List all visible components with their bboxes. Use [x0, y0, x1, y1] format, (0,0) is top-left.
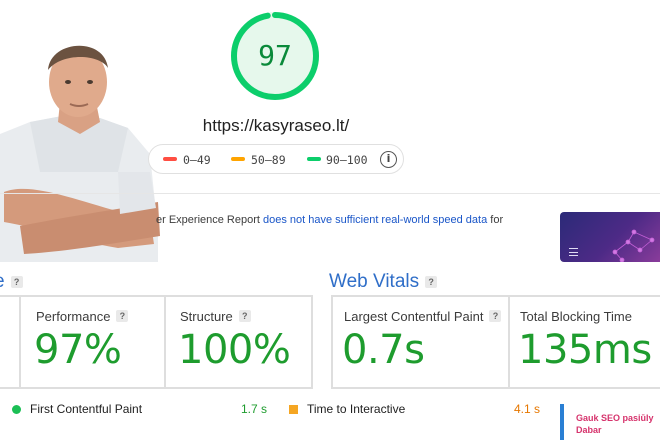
help-icon[interactable]: ?	[238, 310, 251, 322]
performance-value: 97%	[34, 327, 122, 373]
grades-section-title: e?	[0, 271, 23, 293]
metric-value-fcp: 1.7 s	[241, 402, 268, 416]
performance-label-text: Performance	[36, 309, 111, 324]
structure-value: 100%	[178, 327, 291, 373]
performance-grade: Performance? 97%	[34, 297, 156, 387]
lcp-label-text: Largest Contentful Paint	[344, 309, 484, 324]
grades-title-text: e	[0, 271, 5, 292]
crux-prefix: er Experience Report	[156, 214, 263, 226]
promo-card[interactable]: Gauk SEO pasiūly Dabar	[560, 404, 660, 440]
help-icon[interactable]: ?	[10, 276, 23, 288]
tbt-metric: Total Blocking Time 135ms	[518, 297, 660, 387]
score-value: 97	[258, 39, 292, 72]
legend-label-poor: 0–49	[183, 153, 211, 167]
structure-grade: Structure? 100%	[178, 297, 310, 387]
tbt-label: Total Blocking Time	[520, 309, 632, 324]
grades-panel: Performance? 97% Structure? 100%	[0, 295, 313, 389]
structure-label-text: Structure	[180, 309, 233, 324]
good-status-icon	[12, 405, 21, 414]
video-thumbnail[interactable]	[560, 212, 660, 262]
lcp-label: Largest Contentful Paint?	[344, 309, 502, 324]
cell-separator	[508, 297, 510, 387]
web-vitals-title: Web Vitals?	[329, 271, 438, 293]
help-icon[interactable]: ?	[425, 276, 438, 288]
crux-notice: er Experience Report does not have suffi…	[156, 214, 503, 226]
score-legend: 0–49 50–89 90–100 i	[148, 144, 404, 174]
cell-separator	[164, 297, 166, 387]
structure-label: Structure?	[180, 309, 251, 324]
person-photo	[0, 22, 160, 262]
lcp-metric: Largest Contentful Paint? 0.7s	[342, 297, 504, 387]
performance-label: Performance?	[36, 309, 129, 324]
metric-name: Time to Interactive	[307, 402, 406, 416]
crux-link[interactable]: does not have sufficient real-world spee…	[263, 214, 487, 226]
help-icon[interactable]: ?	[489, 310, 502, 322]
average-status-icon	[289, 405, 298, 414]
metric-value-tti: 4.1 s	[514, 402, 541, 416]
section-divider	[0, 193, 660, 194]
legend-swatch-average	[231, 157, 245, 161]
cell-separator	[19, 297, 21, 387]
web-vitals-panel: Largest Contentful Paint? 0.7s Total Blo…	[331, 295, 660, 389]
web-vitals-title-text: Web Vitals	[329, 271, 420, 292]
info-icon[interactable]: i	[380, 151, 397, 168]
lcp-value: 0.7s	[342, 327, 425, 373]
menu-icon[interactable]	[569, 248, 578, 256]
performance-score-gauge: 97	[229, 10, 321, 102]
page-url: https://kasyraseo.lt/	[202, 116, 350, 135]
crux-suffix: for	[487, 214, 504, 226]
metric-name: First Contentful Paint	[30, 402, 143, 416]
tbt-value: 135ms	[518, 327, 652, 373]
legend-label-average: 50–89	[251, 153, 286, 167]
legend-label-good: 90–100	[326, 153, 368, 167]
help-icon[interactable]: ?	[116, 310, 129, 322]
promo-accent-bar	[560, 404, 564, 440]
legend-swatch-good	[307, 157, 321, 161]
promo-text: Gauk SEO pasiūly Dabar	[576, 413, 654, 435]
legend-swatch-poor	[163, 157, 177, 161]
